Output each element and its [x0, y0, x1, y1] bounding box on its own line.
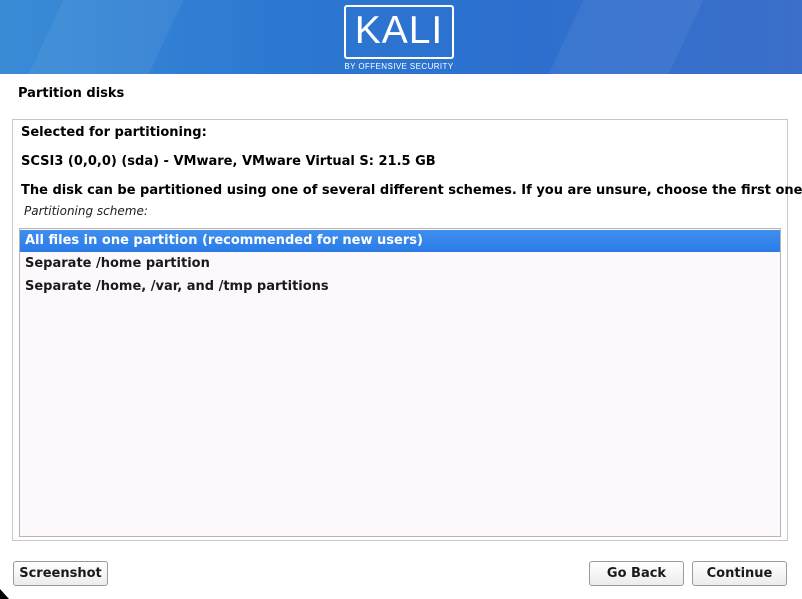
list-item[interactable]: Separate /home partition: [20, 253, 780, 275]
kali-logo-subtitle: BY OFFENSIVE SECURITY: [344, 62, 454, 71]
go-back-button[interactable]: Go Back: [589, 561, 684, 586]
kali-logo-text: KALI: [354, 9, 444, 52]
page-title: Partition disks: [18, 86, 125, 101]
selected-heading: Selected for partitioning:: [21, 125, 207, 140]
disk-name: SCSI3 (0,0,0) (sda) - VMware, VMware Vir…: [21, 154, 436, 169]
kali-banner: KALI BY OFFENSIVE SECURITY: [0, 0, 802, 74]
banner-decoration: [527, 0, 713, 74]
list-label: Partitioning scheme:: [24, 204, 148, 218]
list-item[interactable]: Separate /home, /var, and /tmp partition…: [20, 276, 780, 298]
continue-button[interactable]: Continue: [692, 561, 787, 586]
cursor-icon: [0, 589, 9, 599]
list-item[interactable]: All files in one partition (recommended …: [20, 230, 780, 252]
banner-decoration: [7, 0, 193, 74]
screenshot-button[interactable]: Screenshot: [13, 561, 108, 586]
description-text: The disk can be partitioned using one of…: [21, 183, 802, 198]
partitioning-scheme-list[interactable]: All files in one partition (recommended …: [19, 228, 781, 537]
